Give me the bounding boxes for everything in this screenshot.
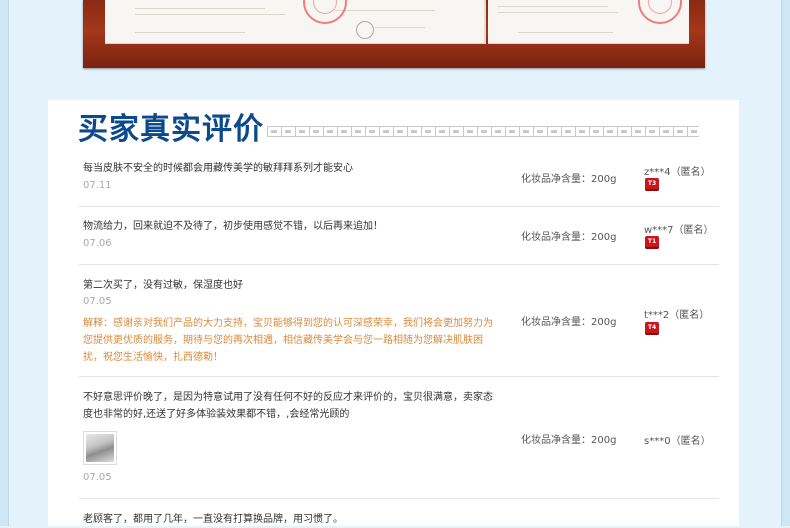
reviewer-name: t***2（匿名） [644, 310, 710, 321]
product-spec: 化妆品净含量：200g [521, 435, 617, 446]
grey-seal-icon [356, 21, 374, 39]
review-comment: 第二次买了，没有过敏，保湿度也好 [83, 280, 243, 291]
section-title: 买家真实评价 [78, 112, 264, 147]
review-comment: 不好意思评价晚了，是因为特意试用了没有任何不好的反应才来评价的，宝贝很满意，卖家… [83, 392, 493, 420]
section-header: 买家真实评价 [78, 102, 718, 147]
review-row: 每当皮肤不安全的时候都会用藏传美学的敏拜拜系列才能安心 07.11 化妆品净含量… [79, 152, 719, 207]
certificate-frame [83, 0, 705, 68]
seller-reply: 解释：感谢亲对我们产品的大力支持，宝贝能够得到您的认可深感荣幸，我们将会更加努力… [83, 318, 493, 363]
review-comment: 每当皮肤不安全的时候都会用藏传美学的敏拜拜系列才能安心 [83, 163, 353, 174]
red-seal-icon [303, 0, 347, 24]
certificate-left [105, 0, 486, 44]
reviewer-name: w***7（匿名） [644, 225, 714, 236]
red-seal-icon [638, 0, 682, 24]
review-date: 07.05 [83, 472, 112, 483]
reviewer-level-badge: T4 [645, 322, 659, 335]
review-row: 第二次买了，没有过敏，保湿度也好 07.05 解释：感谢亲对我们产品的大力支持，… [79, 264, 719, 377]
product-spec: 化妆品净含量：200g [521, 317, 617, 328]
review-photo-thumbnail[interactable] [83, 431, 117, 465]
review-comment: 物流给力，回来就迫不及待了，初步使用感觉不错，以后再来追加！ [83, 221, 383, 232]
reviewer-name: s***0（匿名） [644, 436, 711, 447]
review-date: 07.11 [83, 180, 112, 191]
review-date: 07.05 [83, 296, 112, 307]
review-row: 物流给力，回来就迫不及待了，初步使用感觉不错，以后再来追加！ 07.06 化妆品… [79, 206, 719, 265]
product-spec: 化妆品净含量：200g [521, 174, 617, 185]
reviewer-name: z***4（匿名） [644, 167, 711, 178]
review-panel: 买家真实评价 每当皮肤不安全的时候都会用藏传美学的敏拜拜系列才能安心 07.11… [48, 100, 739, 526]
reviewer-level-badge: T3 [645, 178, 659, 191]
decorative-pattern [267, 126, 699, 137]
review-row: 不好意思评价晚了，是因为特意试用了没有任何不好的反应才来评价的，宝贝很满意，卖家… [79, 376, 719, 499]
review-row: 老顾客了，都用了几年，一直没有打算换品牌，用习惯了。 [79, 498, 719, 526]
reviewer-level-badge: T1 [645, 236, 659, 249]
review-date: 07.06 [83, 238, 112, 249]
right-page-border [781, 0, 790, 526]
review-comment: 老顾客了，都用了几年，一直没有打算换品牌，用习惯了。 [83, 514, 343, 525]
certificate-right [488, 0, 689, 44]
left-page-border [0, 0, 9, 526]
product-spec: 化妆品净含量：200g [521, 232, 617, 243]
